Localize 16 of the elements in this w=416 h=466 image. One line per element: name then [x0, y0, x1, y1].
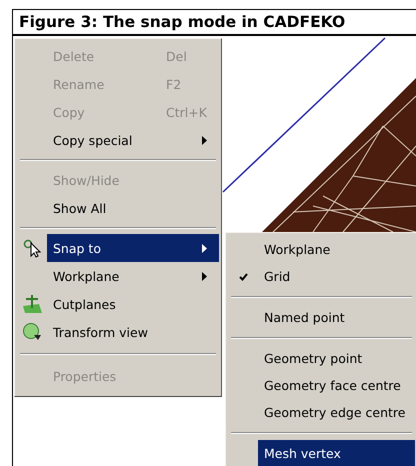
plane-icon: [21, 294, 43, 314]
menu-item[interactable]: Workplane: [47, 262, 219, 290]
menu-item[interactable]: Workplane: [258, 236, 415, 263]
menu-item[interactable]: Cutplanes: [47, 290, 219, 318]
menu-item[interactable]: Geometry point: [258, 345, 415, 372]
menu-item[interactable]: Show All: [47, 194, 219, 222]
menu-item[interactable]: Grid: [258, 263, 415, 290]
menu-item[interactable]: Named point: [258, 304, 415, 331]
menu-item[interactable]: Mesh vertex: [258, 440, 415, 466]
menu-item[interactable]: Copy special: [47, 126, 219, 154]
globe-icon: [22, 322, 42, 342]
menu-item[interactable]: Snap to: [47, 234, 219, 262]
menu-item[interactable]: Geometry edge centre: [258, 399, 415, 426]
menu-item[interactable]: Geometry face centre: [258, 372, 415, 399]
menu-item[interactable]: Transform view: [47, 318, 219, 346]
cursor-icon: [22, 238, 42, 258]
